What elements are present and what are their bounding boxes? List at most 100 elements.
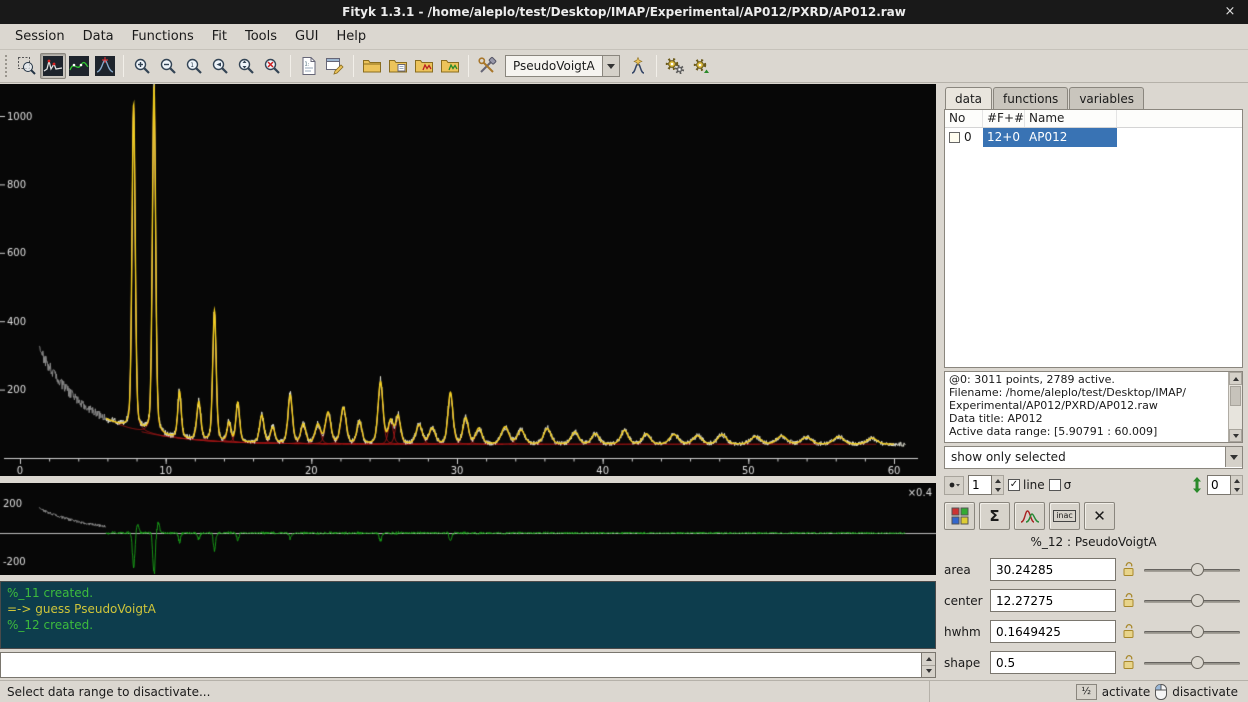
menu-gui[interactable]: GUI [286, 26, 327, 47]
slider-thumb[interactable] [1191, 594, 1204, 607]
status-extra-button[interactable]: ½ [1076, 684, 1097, 700]
shift-value[interactable] [1207, 475, 1231, 495]
function-type-dropdown-button[interactable] [602, 56, 619, 76]
param-center-input[interactable] [990, 589, 1116, 612]
load-data-button[interactable] [411, 53, 437, 79]
edit-script-icon [325, 56, 345, 76]
menu-functions[interactable]: Functions [123, 26, 203, 47]
fit-settings-icon [691, 56, 711, 76]
main-plot-canvas[interactable] [0, 84, 936, 476]
filter-dropdown-button[interactable] [1225, 447, 1242, 467]
hide-all-button[interactable]: ✕ [1084, 502, 1115, 530]
spin-down-button[interactable] [992, 485, 1003, 494]
column-header-filler [1117, 110, 1242, 127]
lock-open-icon[interactable] [1120, 593, 1137, 608]
plot-column: %_11 created. =-> guess PseudoVoigtA %_1… [0, 84, 936, 680]
history-up-button[interactable] [922, 653, 935, 666]
param-center-slider[interactable] [1141, 591, 1243, 611]
dataset-row[interactable]: 0 12+0 AP012 [945, 128, 1242, 147]
scroll-up-button[interactable] [1229, 372, 1242, 385]
param-area-slider[interactable] [1141, 560, 1243, 580]
data-transform-button[interactable] [474, 53, 500, 79]
menu-session[interactable]: Session [6, 26, 74, 47]
point-size-value[interactable] [968, 475, 992, 495]
zoom-all-button[interactable] [259, 53, 285, 79]
auto-add-button[interactable] [625, 53, 651, 79]
new-script-button[interactable]: 1: [296, 53, 322, 79]
zoom-in-button[interactable] [129, 53, 155, 79]
fit-settings-button[interactable] [688, 53, 714, 79]
checkbox-unchecked-icon[interactable] [1049, 479, 1061, 491]
show-functions-button[interactable] [1014, 502, 1045, 530]
spin-up-button[interactable] [992, 476, 1003, 485]
tab-data[interactable]: data [945, 87, 992, 109]
show-sum-button[interactable]: Σ [979, 502, 1010, 530]
dataset-color-swatch[interactable] [949, 132, 960, 143]
param-label: area [944, 563, 986, 577]
menu-tools[interactable]: Tools [236, 26, 286, 47]
sigma-checkbox[interactable]: σ [1049, 478, 1072, 492]
toolbar-separator [353, 55, 354, 77]
slider-thumb[interactable] [1191, 625, 1204, 638]
dataset-info-text: @0: 3011 points, 2789 active. Filename: … [945, 372, 1228, 442]
param-shape-input[interactable] [990, 651, 1116, 674]
filter-dropdown[interactable]: show only selected [944, 446, 1243, 469]
param-area-input[interactable] [990, 558, 1116, 581]
scrollbar-thumb[interactable] [1230, 386, 1241, 406]
lock-open-icon[interactable] [1120, 562, 1137, 577]
param-hwhm-input[interactable] [990, 620, 1116, 643]
param-hwhm-slider[interactable] [1141, 622, 1243, 642]
slider-thumb[interactable] [1191, 563, 1204, 576]
zoom-prev-button[interactable] [207, 53, 233, 79]
load-data-custom-button[interactable] [437, 53, 463, 79]
point-icon [947, 478, 961, 492]
lock-open-icon[interactable] [1120, 624, 1137, 639]
command-input[interactable] [0, 652, 922, 678]
slider-thumb[interactable] [1191, 656, 1204, 669]
tab-functions[interactable]: functions [993, 87, 1068, 109]
function-type-select[interactable]: PseudoVoigtA [505, 55, 620, 77]
tab-variables[interactable]: variables [1069, 87, 1144, 109]
open-session-button[interactable] [359, 53, 385, 79]
menu-fit[interactable]: Fit [203, 26, 236, 47]
param-row-hwhm: hwhm [944, 616, 1243, 647]
aux-plot-canvas[interactable] [0, 483, 936, 575]
include-script-button[interactable] [385, 53, 411, 79]
console-line: =-> guess PseudoVoigtA [7, 601, 929, 617]
zoom-100-button[interactable]: 1 [181, 53, 207, 79]
zoom-rect-mode-button[interactable] [14, 53, 40, 79]
scrollbar-track[interactable] [1229, 407, 1242, 429]
point-size-button[interactable] [944, 476, 964, 495]
add-peak-mode-button[interactable] [92, 53, 118, 79]
line-checkbox[interactable]: line [1008, 478, 1045, 492]
menu-help[interactable]: Help [327, 26, 375, 47]
scroll-down-button[interactable] [1229, 429, 1242, 442]
run-fit-button[interactable] [662, 53, 688, 79]
spin-up-button[interactable] [1231, 476, 1242, 485]
param-shape-slider[interactable] [1141, 653, 1243, 673]
baseline-mode-button[interactable] [66, 53, 92, 79]
lock-open-icon[interactable] [1120, 655, 1137, 670]
dataset-name-cell[interactable]: AP012 [1025, 128, 1117, 147]
checkbox-checked-icon[interactable] [1008, 479, 1020, 491]
menu-data[interactable]: Data [74, 26, 123, 47]
close-window-button[interactable]: × [1222, 4, 1238, 20]
data-range-mode-button[interactable] [40, 53, 66, 79]
palette-grid-icon [951, 507, 969, 525]
include-script-icon [388, 56, 408, 76]
toolbar-grip[interactable] [5, 55, 9, 77]
dataset-functions-cell[interactable]: 12+0 [983, 128, 1025, 147]
vertical-splitter[interactable] [936, 84, 944, 680]
sidebar-tabs: data functions variables [945, 87, 1243, 109]
edit-script-button[interactable] [322, 53, 348, 79]
add-peak-mode-icon [95, 56, 115, 76]
zoom-vertical-button[interactable] [233, 53, 259, 79]
zoom-out-button[interactable] [155, 53, 181, 79]
dataset-colors-button[interactable] [944, 502, 975, 530]
show-inactive-button[interactable]: inac [1049, 502, 1080, 530]
info-scrollbar[interactable] [1228, 372, 1242, 442]
spin-down-button[interactable] [1231, 485, 1242, 494]
plot-sash[interactable] [0, 476, 936, 483]
command-row [0, 652, 936, 678]
history-down-button[interactable] [922, 666, 935, 678]
